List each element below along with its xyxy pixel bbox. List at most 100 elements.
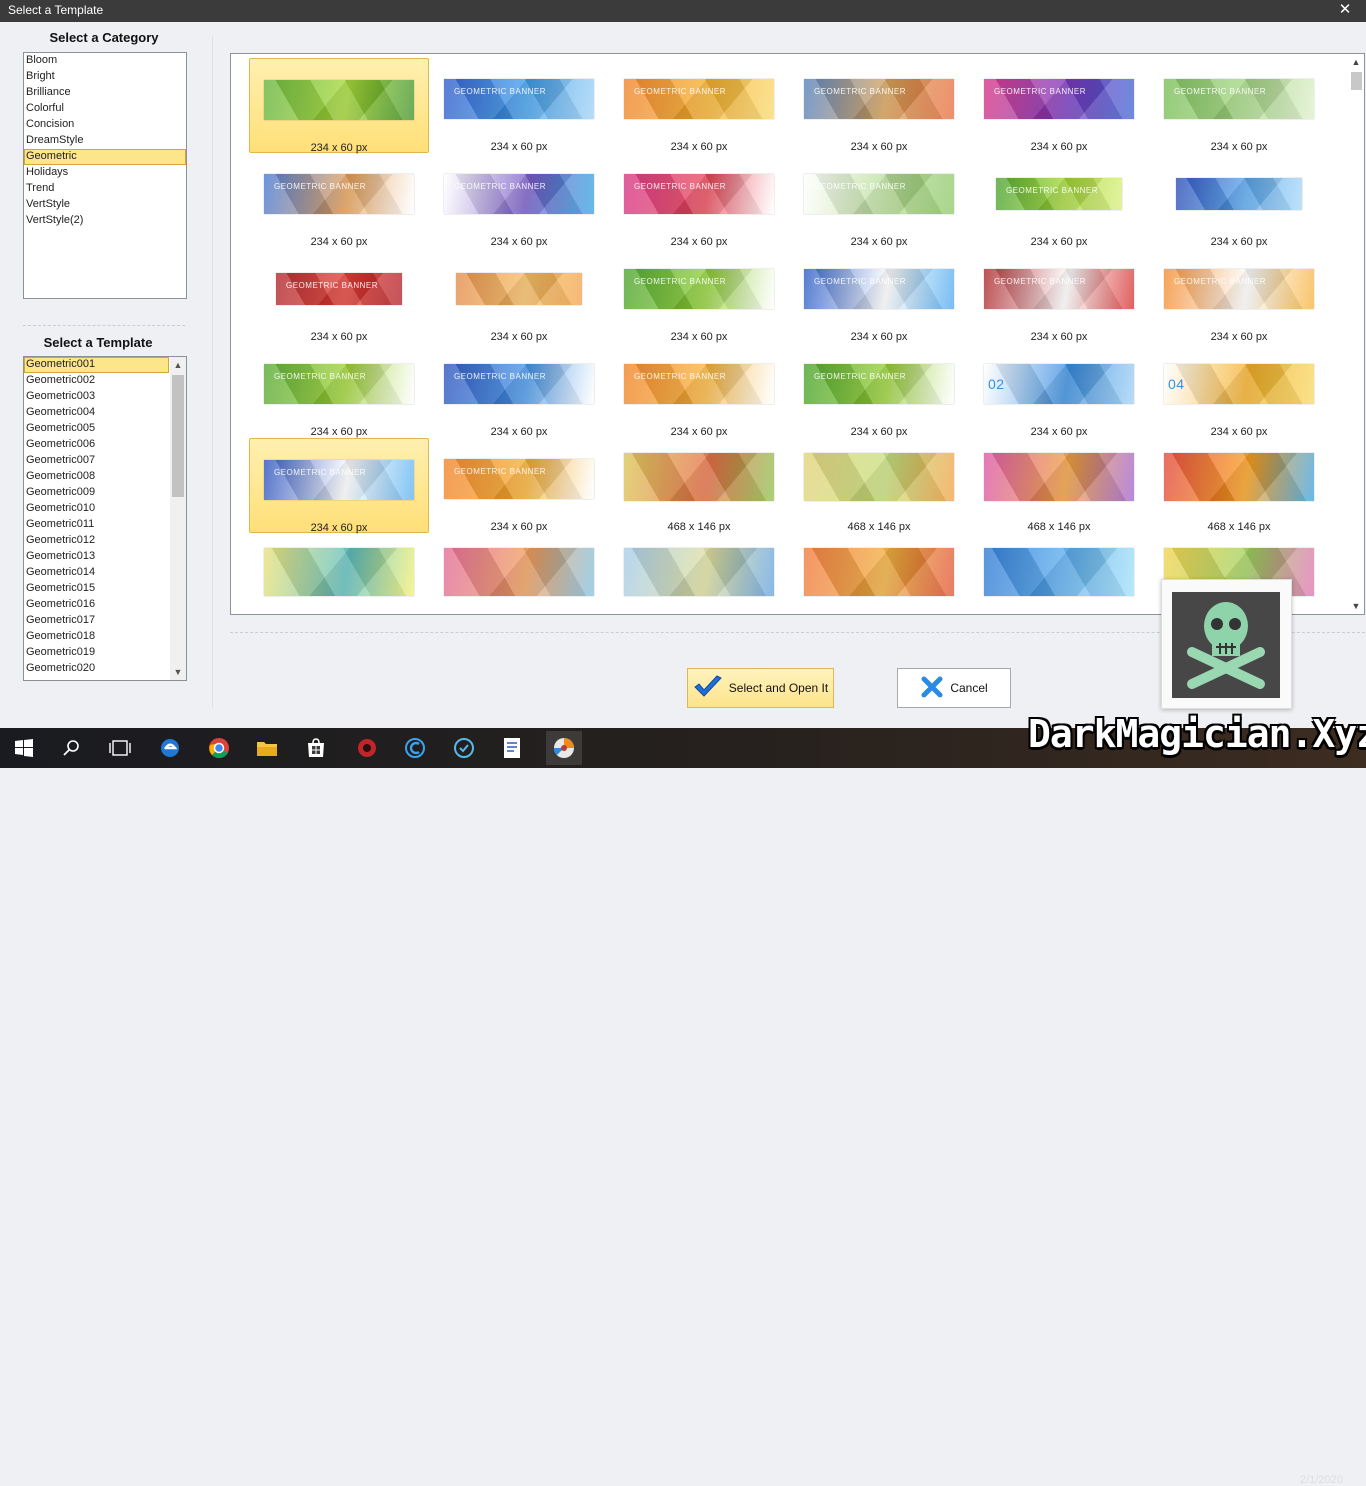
template-list-scrollbar[interactable]: ▲ ▼ bbox=[170, 357, 186, 680]
template-tile[interactable]: GEOMETRIC BANNER 234 x 60 px bbox=[969, 58, 1149, 153]
windows-start-icon[interactable] bbox=[10, 734, 38, 762]
template-item[interactable]: Geometric003 bbox=[24, 389, 169, 405]
template-item[interactable]: Geometric008 bbox=[24, 469, 169, 485]
template-tile[interactable]: 468 x 146 px bbox=[789, 438, 969, 533]
banner-maker-app-icon[interactable] bbox=[546, 731, 582, 765]
select-and-open-button[interactable]: Select and Open It bbox=[687, 668, 834, 708]
ccleaner-icon[interactable] bbox=[401, 734, 429, 762]
category-item[interactable]: VertStyle bbox=[24, 197, 186, 213]
document-app-icon[interactable] bbox=[498, 734, 526, 762]
gear-app-icon[interactable] bbox=[353, 734, 381, 762]
category-item[interactable]: Brilliance bbox=[24, 85, 186, 101]
banner-thumbnail bbox=[984, 548, 1134, 596]
banner-text: GEOMETRIC BANNER bbox=[634, 372, 727, 381]
template-tile[interactable] bbox=[249, 533, 429, 614]
template-tile[interactable]: GEOMETRIC BANNER 234 x 60 px bbox=[609, 248, 789, 343]
banner-text: GEOMETRIC BANNER bbox=[286, 281, 379, 290]
category-item[interactable]: Concision bbox=[24, 117, 186, 133]
template-tile[interactable]: 234 x 60 px bbox=[1149, 153, 1329, 248]
template-tile[interactable]: GEOMETRIC BANNER 234 x 60 px bbox=[609, 343, 789, 438]
template-tile[interactable] bbox=[969, 533, 1149, 614]
category-item[interactable]: Trend bbox=[24, 181, 186, 197]
store-icon[interactable] bbox=[302, 734, 330, 762]
template-tile[interactable]: 02 234 x 60 px bbox=[969, 343, 1149, 438]
banner-text: GEOMETRIC BANNER bbox=[1174, 87, 1267, 96]
scroll-thumb[interactable] bbox=[172, 375, 184, 497]
category-item[interactable]: Bloom bbox=[24, 53, 186, 69]
template-item[interactable]: Geometric006 bbox=[24, 437, 169, 453]
template-tile[interactable] bbox=[789, 533, 969, 614]
template-item[interactable]: Geometric014 bbox=[24, 565, 169, 581]
template-item[interactable]: Geometric019 bbox=[24, 645, 169, 661]
template-tile[interactable]: GEOMETRIC BANNER 234 x 60 px bbox=[789, 248, 969, 343]
template-item[interactable]: Geometric001 bbox=[24, 357, 169, 373]
template-tile[interactable]: GEOMETRIC BANNER 234 x 60 px bbox=[969, 153, 1149, 248]
scroll-down-icon[interactable]: ▼ bbox=[1348, 598, 1364, 614]
template-tile[interactable]: GEOMETRIC BANNER 234 x 60 px bbox=[249, 343, 429, 438]
template-tile[interactable]: GEOMETRIC BANNER 234 x 60 px bbox=[429, 343, 609, 438]
file-explorer-icon[interactable] bbox=[253, 734, 281, 762]
template-tile[interactable]: GEOMETRIC BANNER 234 x 60 px bbox=[1149, 58, 1329, 153]
template-tile[interactable]: GEOMETRIC BANNER 234 x 60 px bbox=[249, 438, 429, 534]
scroll-down-icon[interactable]: ▼ bbox=[170, 664, 186, 680]
template-tile[interactable]: GEOMETRIC BANNER 234 x 60 px bbox=[429, 438, 609, 533]
category-item[interactable]: Bright bbox=[24, 69, 186, 85]
template-tile[interactable]: GEOMETRIC BANNER 234 x 60 px bbox=[429, 58, 609, 153]
template-tile[interactable]: GEOMETRIC BANNER 234 x 60 px bbox=[249, 248, 429, 343]
scroll-thumb[interactable] bbox=[1351, 72, 1362, 90]
template-tile[interactable]: 468 x 146 px bbox=[609, 438, 789, 533]
close-icon[interactable]: ✕ bbox=[1334, 0, 1356, 22]
skull-icon bbox=[1172, 592, 1280, 698]
template-tile[interactable]: GEOMETRIC BANNER 234 x 60 px bbox=[609, 153, 789, 248]
template-tile[interactable]: 234 x 60 px bbox=[429, 248, 609, 343]
template-tile[interactable]: GEOMETRIC BANNER 234 x 60 px bbox=[789, 343, 969, 438]
template-item[interactable]: Geometric010 bbox=[24, 501, 169, 517]
banner-text: 04 bbox=[1168, 376, 1185, 392]
banner-text: GEOMETRIC BANNER bbox=[814, 87, 907, 96]
template-item[interactable]: Geometric015 bbox=[24, 581, 169, 597]
template-item[interactable]: Geometric002 bbox=[24, 373, 169, 389]
template-tile[interactable]: GEOMETRIC BANNER 234 x 60 px bbox=[609, 58, 789, 153]
template-list[interactable]: Geometric001 Geometric002 Geometric003 Geom… bbox=[23, 356, 187, 681]
template-item[interactable]: Geometric020 bbox=[24, 661, 169, 677]
template-tile[interactable]: GEOMETRIC BANNER 234 x 60 px bbox=[1149, 248, 1329, 343]
template-item[interactable]: Geometric017 bbox=[24, 613, 169, 629]
task-view-icon[interactable] bbox=[106, 734, 134, 762]
scroll-up-icon[interactable]: ▲ bbox=[1348, 54, 1364, 70]
scroll-up-icon[interactable]: ▲ bbox=[170, 357, 186, 373]
template-tile[interactable]: GEOMETRIC BANNER 234 x 60 px bbox=[249, 153, 429, 248]
cancel-button[interactable]: Cancel bbox=[897, 668, 1011, 708]
template-item[interactable]: Geometric018 bbox=[24, 629, 169, 645]
chrome-icon[interactable] bbox=[205, 734, 233, 762]
category-item[interactable]: Colorful bbox=[24, 101, 186, 117]
gallery-scrollbar[interactable]: ▲ ▼ bbox=[1348, 54, 1364, 614]
template-item[interactable]: Geometric007 bbox=[24, 453, 169, 469]
category-item[interactable]: DreamStyle bbox=[24, 133, 186, 149]
template-tile[interactable] bbox=[429, 533, 609, 614]
shield-app-icon[interactable] bbox=[450, 734, 478, 762]
template-item[interactable]: Geometric013 bbox=[24, 549, 169, 565]
template-item[interactable]: Geometric011 bbox=[24, 517, 169, 533]
template-tile[interactable]: 468 x 146 px bbox=[969, 438, 1149, 533]
title-bar: Select a Template ✕ bbox=[0, 0, 1366, 22]
template-item[interactable]: Geometric004 bbox=[24, 405, 169, 421]
category-item[interactable]: VertStyle(2) bbox=[24, 213, 186, 229]
template-tile[interactable]: 468 x 146 px bbox=[1149, 438, 1329, 533]
template-item[interactable]: Geometric012 bbox=[24, 533, 169, 549]
category-item[interactable]: Holidays bbox=[24, 165, 186, 181]
template-tile[interactable] bbox=[609, 533, 789, 614]
category-item[interactable]: Geometric bbox=[24, 149, 186, 165]
template-item[interactable]: Geometric005 bbox=[24, 421, 169, 437]
banner-thumbnail bbox=[264, 80, 414, 120]
template-tile[interactable]: GEOMETRIC BANNER 234 x 60 px bbox=[789, 58, 969, 153]
template-tile[interactable]: GEOMETRIC BANNER 234 x 60 px bbox=[789, 153, 969, 248]
search-icon[interactable] bbox=[58, 734, 86, 762]
template-tile[interactable]: GEOMETRIC BANNER 234 x 60 px bbox=[969, 248, 1149, 343]
template-item[interactable]: Geometric009 bbox=[24, 485, 169, 501]
category-list[interactable]: Bloom Bright Brilliance Colorful Concision Dr… bbox=[23, 52, 187, 299]
template-item[interactable]: Geometric016 bbox=[24, 597, 169, 613]
template-tile[interactable]: GEOMETRIC BANNER 234 x 60 px bbox=[429, 153, 609, 248]
template-tile[interactable]: 04 234 x 60 px bbox=[1149, 343, 1329, 438]
edge-browser-icon[interactable] bbox=[156, 734, 184, 762]
template-tile[interactable]: 234 x 60 px bbox=[249, 58, 429, 154]
